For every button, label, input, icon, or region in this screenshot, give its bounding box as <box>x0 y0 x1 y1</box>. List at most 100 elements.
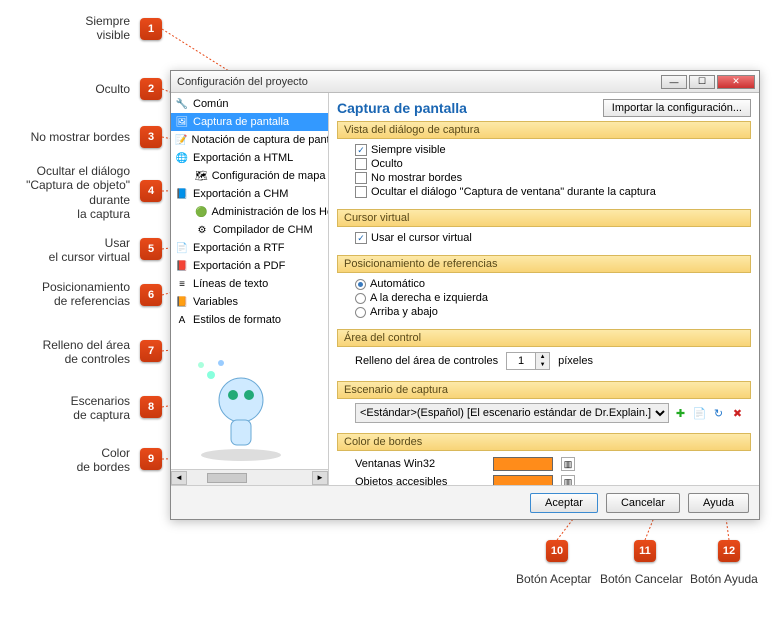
callout-label-2: Oculto <box>0 82 130 96</box>
checkbox-hidden[interactable] <box>355 158 367 170</box>
callout-badge-1: 1 <box>140 18 162 40</box>
checkbox-hide-capture-dialog[interactable] <box>355 186 367 198</box>
robot-illustration <box>181 345 301 465</box>
color-label: Ventanas Win32 <box>355 458 485 470</box>
section-virtual-cursor[interactable]: Cursor virtual <box>337 209 751 227</box>
color-picker-icon[interactable]: ▥ <box>561 475 575 485</box>
callout-badge-8: 8 <box>140 396 162 418</box>
sidebar-item-7[interactable]: ⚙Compilador de CHM <box>171 221 328 239</box>
callout-badge-11: 11 <box>634 540 656 562</box>
radio-left-right[interactable] <box>355 293 366 304</box>
label-hidden: Oculto <box>371 158 403 170</box>
callout-label-5: Usar el cursor virtual <box>0 236 130 265</box>
callout-label-1: Siempre visible <box>0 14 130 43</box>
checkbox-no-borders[interactable] <box>355 172 367 184</box>
sidebar-item-label: Estilos de formato <box>193 314 281 326</box>
sidebar-item-label: Exportación a RTF <box>193 242 285 254</box>
section-border-colors[interactable]: Color de bordes <box>337 433 751 451</box>
tree-icon: 📘 <box>175 187 189 201</box>
color-row-1: Objetos accesibles ▥ <box>355 473 745 485</box>
radio-auto[interactable] <box>355 279 366 290</box>
copy-scenario-icon[interactable]: 📄 <box>692 405 707 421</box>
sidebar-item-0[interactable]: 🔧Común <box>171 95 328 113</box>
add-scenario-icon[interactable]: ✚ <box>673 405 688 421</box>
sidebar-item-label: Captura de pantalla <box>193 116 289 128</box>
section-control-area[interactable]: Área del control <box>337 329 751 347</box>
sidebar-item-9[interactable]: 📕 Exportación a PDF <box>171 257 328 275</box>
control-padding-input[interactable] <box>507 353 535 369</box>
delete-scenario-icon[interactable]: ✖ <box>730 405 745 421</box>
sidebar: 🔧Común 🖼 Captura de pantalla 📝 Notación de c… <box>171 93 329 485</box>
callout-badge-6: 6 <box>140 284 162 306</box>
scroll-right-button[interactable]: ► <box>312 471 328 485</box>
titlebar[interactable]: Configuración del proyecto — ☐ ✕ <box>171 71 759 93</box>
section-capture-scenario[interactable]: Escenario de captura <box>337 381 751 399</box>
tree-icon: 📕 <box>175 259 189 273</box>
section-reference-positioning[interactable]: Posicionamiento de referencias <box>337 255 751 273</box>
window-title: Configuración del proyecto <box>175 76 659 88</box>
spin-down-icon[interactable]: ▼ <box>535 361 549 369</box>
callout-badge-2: 2 <box>140 78 162 100</box>
callout-label-4: Ocultar el diálogo "Captura de objeto" d… <box>0 164 130 222</box>
page-title: Captura de pantalla <box>337 100 603 116</box>
sidebar-item-label: Exportación a HTML <box>193 152 293 164</box>
sidebar-item-2[interactable]: 📝 Notación de captura de pantal <box>171 131 328 149</box>
tree-icon: 🖼 <box>175 115 189 129</box>
sidebar-item-5[interactable]: 📘Exportación a CHM <box>171 185 328 203</box>
checkbox-always-visible[interactable]: ✓ <box>355 144 367 156</box>
close-button[interactable]: ✕ <box>717 75 755 89</box>
tree-icon: ≡ <box>175 277 189 291</box>
sidebar-item-6[interactable]: 🟢Administración de los He <box>171 203 328 221</box>
sidebar-item-label: Líneas de texto <box>193 278 268 290</box>
sidebar-item-12[interactable]: A Estilos de formato <box>171 311 328 329</box>
callout-label-10: Botón Aceptar <box>516 572 591 586</box>
sidebar-item-label: Variables <box>193 296 238 308</box>
help-button[interactable]: Ayuda <box>688 493 749 513</box>
callout-badge-3: 3 <box>140 126 162 148</box>
label-always-visible: Siempre visible <box>371 144 446 156</box>
control-padding-spinner[interactable]: ▲▼ <box>506 352 550 370</box>
scroll-left-button[interactable]: ◄ <box>171 471 187 485</box>
color-swatch[interactable] <box>493 457 553 471</box>
color-picker-icon[interactable]: ▥ <box>561 457 575 471</box>
sidebar-item-8[interactable]: 📄 Exportación a RTF <box>171 239 328 257</box>
sidebar-item-label: Común <box>193 98 228 110</box>
callout-label-8: Escenarios de captura <box>0 394 130 423</box>
callout-label-3: No mostrar bordes <box>0 130 130 144</box>
sidebar-item-label: Notación de captura de pantal <box>191 134 329 146</box>
callout-badge-10: 10 <box>546 540 568 562</box>
scroll-thumb[interactable] <box>207 473 247 483</box>
sidebar-scrollbar[interactable]: ◄ ► <box>171 469 328 485</box>
color-label: Objetos accesibles <box>355 476 485 485</box>
spin-up-icon[interactable]: ▲ <box>535 353 549 361</box>
label-virtual-cursor: Usar el cursor virtual <box>371 232 472 244</box>
sidebar-item-label: Exportación a PDF <box>193 260 285 272</box>
label-top-bottom: Arriba y abajo <box>370 306 438 318</box>
scenario-select[interactable]: <Estándar>(Español) [El escenario estánd… <box>355 403 669 423</box>
sidebar-item-11[interactable]: 📙 Variables <box>171 293 328 311</box>
callout-badge-7: 7 <box>140 340 162 362</box>
maximize-button[interactable]: ☐ <box>689 75 715 89</box>
callout-label-11: Botón Cancelar <box>600 572 683 586</box>
color-swatch[interactable] <box>493 475 553 485</box>
tree-icon: A <box>175 313 189 327</box>
sidebar-item-1[interactable]: 🖼 Captura de pantalla <box>171 113 328 131</box>
tree-icon: 📄 <box>175 241 189 255</box>
cancel-button[interactable]: Cancelar <box>606 493 680 513</box>
sidebar-item-label: Administración de los He <box>211 206 329 218</box>
section-capture-dialog-view[interactable]: Vista del diálogo de captura <box>337 121 751 139</box>
sidebar-item-10[interactable]: ≡ Líneas de texto <box>171 275 328 293</box>
radio-top-bottom[interactable] <box>355 307 366 318</box>
tree-icon: 📙 <box>175 295 189 309</box>
dialog-footer: Aceptar Cancelar Ayuda <box>171 485 759 519</box>
minimize-button[interactable]: — <box>661 75 687 89</box>
tree-icon: 📝 <box>175 133 187 147</box>
checkbox-virtual-cursor[interactable]: ✓ <box>355 232 367 244</box>
label-auto: Automático <box>370 278 425 290</box>
tree-icon: ⚙ <box>195 223 209 237</box>
sidebar-item-3[interactable]: 🌐Exportación a HTML <box>171 149 328 167</box>
sidebar-item-4[interactable]: 🗺Configuración de mapa v <box>171 167 328 185</box>
ok-button[interactable]: Aceptar <box>530 493 598 513</box>
reset-scenario-icon[interactable]: ↻ <box>711 405 726 421</box>
import-config-button[interactable]: Importar la configuración... <box>603 99 751 117</box>
